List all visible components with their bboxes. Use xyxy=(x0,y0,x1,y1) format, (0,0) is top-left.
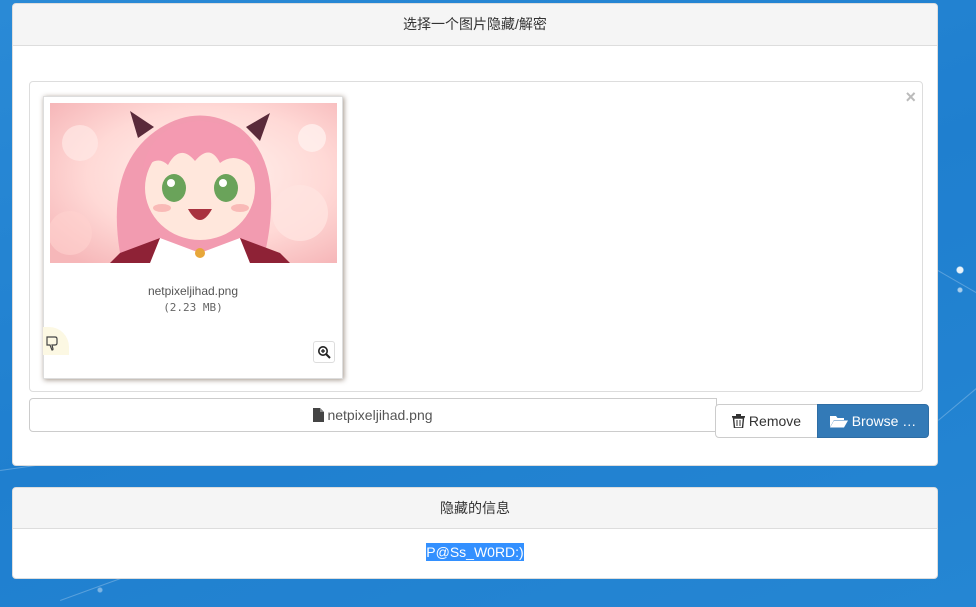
zoom-in-button[interactable] xyxy=(313,341,335,363)
hidden-message-text[interactable]: P@Ss_W0RD:) xyxy=(426,543,524,561)
browse-label: Browse … xyxy=(851,413,917,429)
message-row: P@Ss_W0RD:) xyxy=(13,543,937,561)
image-preview xyxy=(50,103,337,263)
image-select-panel: 选择一个图片隐藏/解密 × netpixeljihad.png (2.23 MB… xyxy=(12,3,938,466)
file-preview-card: netpixeljihad.png (2.23 MB) xyxy=(43,96,343,379)
zoom-in-icon xyxy=(318,346,331,359)
caption-file-name: netpixeljihad.png xyxy=(327,407,433,423)
trash-icon xyxy=(731,414,745,428)
preview-file-size: (2.23 MB) xyxy=(163,301,223,314)
browse-button[interactable]: Browse … xyxy=(817,404,929,438)
panel-title: 隐藏的信息 xyxy=(13,488,937,529)
close-icon[interactable]: × xyxy=(905,88,916,106)
background-line xyxy=(937,270,976,301)
preview-file-name: netpixeljihad.png xyxy=(147,284,239,298)
folder-open-icon xyxy=(829,415,848,428)
background-line xyxy=(938,381,976,421)
hidden-message-panel: 隐藏的信息 P@Ss_W0RD:) xyxy=(12,487,938,579)
file-icon xyxy=(313,408,325,422)
file-caption[interactable]: netpixeljihad.png xyxy=(29,398,717,432)
remove-button[interactable]: Remove xyxy=(715,404,818,438)
file-drop-zone[interactable]: × netpixeljihad.png (2.23 MB) xyxy=(29,81,923,392)
remove-label: Remove xyxy=(748,413,802,429)
panel-title: 选择一个图片隐藏/解密 xyxy=(13,4,937,46)
hand-pointer-icon[interactable] xyxy=(43,327,69,355)
